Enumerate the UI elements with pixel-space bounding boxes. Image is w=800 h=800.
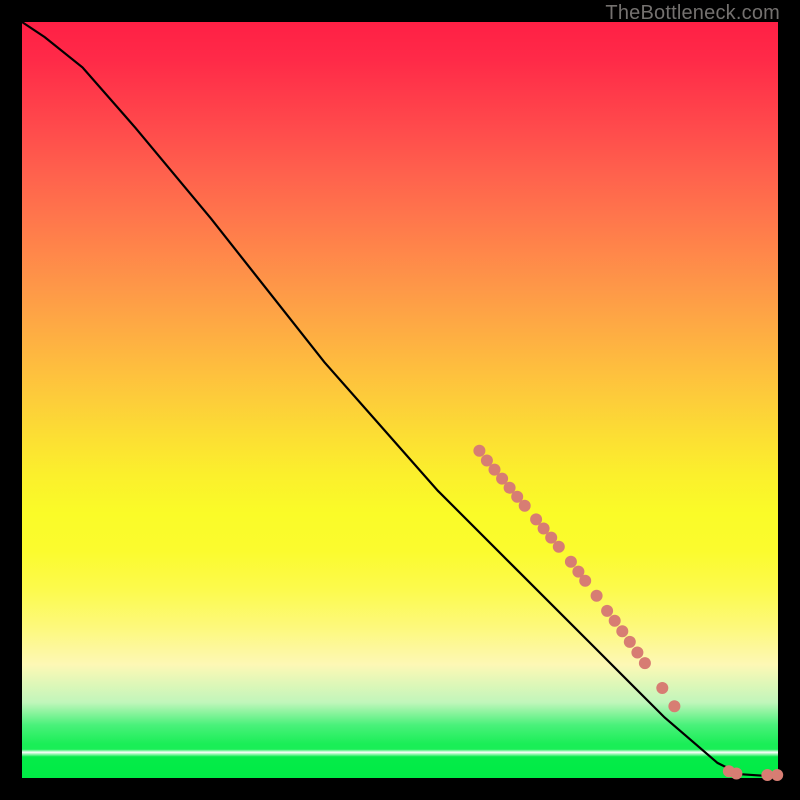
data-marker [631,647,643,659]
watermark-text: TheBottleneck.com [605,2,780,25]
data-marker [771,769,783,781]
data-marker [624,636,636,648]
data-marker [519,500,531,512]
data-marker [609,615,621,627]
data-marker [601,605,613,617]
data-marker [553,541,565,553]
chart-frame: TheBottleneck.com [0,0,800,800]
data-marker [656,682,668,694]
data-marker [616,625,628,637]
curve-line [22,22,778,776]
data-marker [639,657,651,669]
data-marker [668,700,680,712]
data-markers [473,445,783,781]
data-marker [473,445,485,457]
data-marker [565,556,577,568]
data-marker [579,575,591,587]
data-marker [730,768,742,780]
chart-overlay [22,22,778,778]
data-marker [591,590,603,602]
